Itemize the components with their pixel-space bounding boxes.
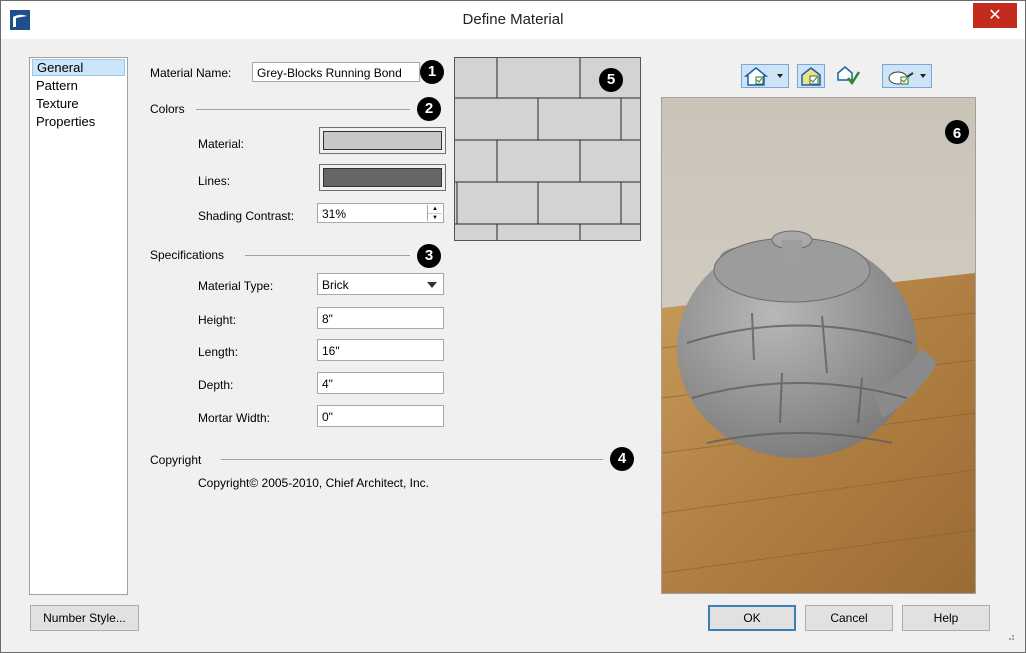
nav-item-general[interactable]: General [32, 59, 125, 76]
shading-contrast-value: 31% [322, 207, 347, 221]
window-title: Define Material [462, 11, 564, 28]
nav-item-properties[interactable]: Properties [32, 113, 125, 130]
material-color-label: Material: [198, 137, 245, 151]
house-view-button[interactable] [741, 64, 789, 88]
mortar-width-label: Mortar Width: [198, 411, 271, 425]
dialog-body: General Pattern Texture Properties Mater… [9, 39, 1017, 643]
specifications-divider [245, 255, 410, 256]
material-color-fill [323, 131, 442, 150]
lines-color-swatch[interactable] [319, 164, 446, 191]
apply-house-button[interactable] [835, 64, 863, 88]
material-color-swatch[interactable] [319, 127, 446, 154]
pattern-preview: 5 [454, 57, 641, 241]
teapot-object-icon [888, 71, 926, 85]
height-label: Height: [198, 313, 237, 327]
material-type-select[interactable]: Brick [317, 273, 444, 295]
title-bar: Define Material ✕ [1, 1, 1025, 39]
define-material-dialog: Define Material ✕ General Pattern Textur… [0, 0, 1026, 653]
room-interior-icon [801, 67, 821, 86]
check-house-icon [837, 66, 861, 86]
height-input[interactable]: 8" [317, 307, 444, 329]
callout-5: 5 [599, 68, 623, 92]
material-type-value: Brick [322, 278, 349, 292]
object-view-button[interactable] [882, 64, 932, 88]
copyright-heading: Copyright [150, 453, 202, 467]
callout-2: 2 [417, 97, 441, 121]
help-button[interactable]: Help [902, 605, 990, 631]
panel-list: General Pattern Texture Properties [29, 57, 128, 595]
resize-grip-icon[interactable] [1005, 631, 1015, 641]
close-button[interactable]: ✕ [973, 3, 1017, 28]
lines-color-fill [323, 168, 442, 187]
depth-label: Depth: [198, 378, 234, 392]
colors-divider [196, 109, 410, 110]
cancel-button[interactable]: Cancel [805, 605, 893, 631]
number-style-button[interactable]: Number Style... [30, 605, 139, 631]
material-3d-preview[interactable]: 6 [661, 97, 976, 594]
length-input[interactable]: 16" [317, 339, 444, 361]
lines-color-label: Lines: [198, 174, 231, 188]
teapot-render-image: 6 [662, 98, 975, 593]
callout-6-graphic: 6 [945, 120, 969, 144]
spin-up-icon[interactable]: ▲ [428, 205, 442, 214]
shading-contrast-input[interactable]: 31% ▲ ▼ [317, 203, 444, 223]
depth-input[interactable]: 4" [317, 372, 444, 394]
callout-3: 3 [417, 244, 441, 268]
specifications-heading: Specifications [150, 248, 225, 262]
shading-contrast-label: Shading Contrast: [198, 209, 295, 223]
shading-contrast-spinner[interactable]: ▲ ▼ [427, 205, 442, 221]
callout-1: 1 [420, 60, 444, 84]
room-view-button[interactable] [797, 64, 825, 88]
ok-button[interactable]: OK [708, 605, 796, 631]
callout-4: 4 [610, 447, 634, 471]
material-name-label: Material Name: [150, 66, 232, 80]
mortar-width-input[interactable]: 0" [317, 405, 444, 427]
copyright-text: Copyright© 2005-2010, Chief Architect, I… [198, 476, 429, 490]
nav-item-texture[interactable]: Texture [32, 95, 125, 112]
callout-6: 6 [953, 125, 961, 142]
colors-heading: Colors [150, 102, 185, 116]
nav-item-pattern[interactable]: Pattern [32, 77, 125, 94]
material-name-input[interactable]: Grey-Blocks Running Bond [252, 62, 420, 82]
dropdown-arrow-icon [427, 282, 437, 288]
material-type-label: Material Type: [198, 279, 274, 293]
length-label: Length: [198, 345, 239, 359]
house-room-icon [743, 67, 783, 86]
copyright-divider [221, 459, 603, 460]
spin-down-icon[interactable]: ▼ [428, 214, 442, 222]
